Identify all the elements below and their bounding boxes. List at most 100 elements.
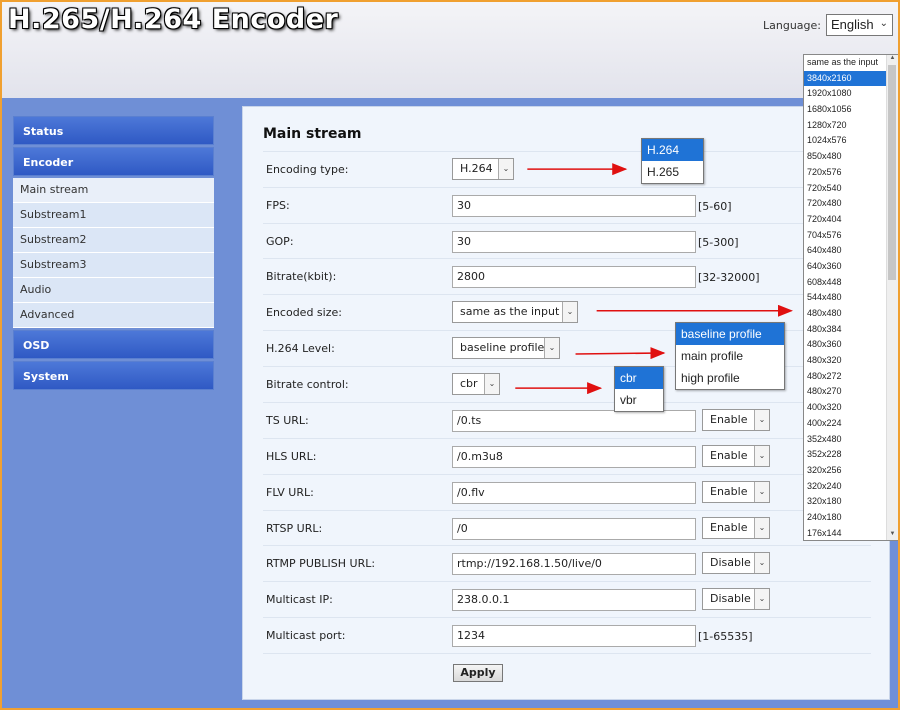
encoded-size-option[interactable]: 720x404 bbox=[804, 212, 898, 228]
encoded-size-option[interactable]: 480x384 bbox=[804, 322, 898, 338]
encoded-size-option[interactable]: 400x320 bbox=[804, 400, 898, 416]
dropdown-option[interactable]: baseline profile bbox=[676, 323, 784, 345]
sidebar-item-substream3[interactable]: Substream3 bbox=[13, 253, 214, 278]
rtsp-url-input[interactable]: /0 bbox=[452, 518, 696, 540]
encoded-size-select[interactable]: same as the input ⌄ bbox=[452, 301, 578, 323]
multicast-port-label: Multicast port: bbox=[266, 629, 346, 642]
app-window: H.265/H.264 Encoder Language: English ⌄ … bbox=[0, 0, 900, 710]
dropdown-option[interactable]: main profile bbox=[676, 345, 784, 367]
dropdown-option[interactable]: vbr bbox=[615, 389, 663, 411]
encoded-size-option[interactable]: 3840x2160 bbox=[804, 70, 898, 87]
multicast-port-hint: [1-65535] bbox=[698, 630, 753, 643]
scrollbar-thumb[interactable] bbox=[888, 65, 896, 280]
sidebar-item-encoder[interactable]: Encoder bbox=[13, 147, 214, 176]
bitrate-input[interactable]: 2800 bbox=[452, 266, 696, 288]
encoded-size-option[interactable]: 480x270 bbox=[804, 384, 898, 400]
encoded-size-option[interactable]: 1920x1080 bbox=[804, 86, 898, 102]
encoding-type-row: Encoding type: H.264 ⌄ bbox=[263, 151, 871, 187]
bitrate-control-label: Bitrate control: bbox=[266, 378, 349, 391]
encoded-size-option[interactable]: 352x480 bbox=[804, 432, 898, 448]
gop-row: GOP: 30 [5-300] bbox=[263, 223, 871, 259]
bitrate-control-select[interactable]: cbr ⌄ bbox=[452, 373, 500, 395]
encoded-size-option-list: same as the input 3840x2160 1920x1080 1680x… bbox=[804, 55, 898, 540]
dropdown-option[interactable]: cbr bbox=[615, 367, 663, 389]
encoded-size-option[interactable]: 720x576 bbox=[804, 165, 898, 181]
language-select[interactable]: English ⌄ bbox=[826, 14, 893, 36]
chevron-down-icon: ⌄ bbox=[484, 374, 499, 394]
sidebar-item-substream2[interactable]: Substream2 bbox=[13, 228, 214, 253]
encoded-size-option[interactable]: 640x480 bbox=[804, 243, 898, 259]
flv-url-label: FLV URL: bbox=[266, 486, 314, 499]
chevron-down-icon: ⌄ bbox=[754, 446, 769, 466]
encoded-size-option[interactable]: 400x224 bbox=[804, 416, 898, 432]
apply-button[interactable]: Apply bbox=[453, 664, 503, 682]
dropdown-option[interactable]: H.264 bbox=[642, 139, 703, 161]
fps-row: FPS: 30 [5-60] bbox=[263, 187, 871, 223]
ts-url-input[interactable]: /0.ts bbox=[452, 410, 696, 432]
encoded-size-option[interactable]: 608x448 bbox=[804, 275, 898, 291]
encoded-size-option[interactable]: 480x360 bbox=[804, 337, 898, 353]
multicast-ip-state-select[interactable]: Disable ⌄ bbox=[702, 588, 770, 610]
dropdown-option[interactable]: H.265 bbox=[642, 161, 703, 183]
encoded-size-option[interactable]: 320x180 bbox=[804, 494, 898, 510]
encoded-size-option[interactable]: 704x576 bbox=[804, 228, 898, 244]
level-select[interactable]: baseline profile ⌄ bbox=[452, 337, 560, 359]
hls-url-input[interactable]: /0.m3u8 bbox=[452, 446, 696, 468]
scrollbar[interactable]: ▲ ▼ bbox=[886, 55, 898, 540]
flv-url-input[interactable]: /0.flv bbox=[452, 482, 696, 504]
sidebar-item-audio[interactable]: Audio bbox=[13, 278, 214, 303]
language-label: Language: bbox=[763, 19, 821, 32]
chevron-down-icon: ⌄ bbox=[498, 159, 513, 179]
bitrate-hint: [32-32000] bbox=[698, 271, 760, 284]
encoded-size-option[interactable]: 1680x1056 bbox=[804, 102, 898, 118]
encoded-size-option[interactable]: 352x228 bbox=[804, 447, 898, 463]
encoded-size-option[interactable]: 480x480 bbox=[804, 306, 898, 322]
flv-url-state-select[interactable]: Enable ⌄ bbox=[702, 481, 770, 503]
encoded-size-option[interactable]: 480x320 bbox=[804, 353, 898, 369]
encoded-size-option[interactable]: 720x480 bbox=[804, 196, 898, 212]
encoded-size-option[interactable]: 720x540 bbox=[804, 181, 898, 197]
gop-input[interactable]: 30 bbox=[452, 231, 696, 253]
encoded-size-option[interactable]: 240x180 bbox=[804, 510, 898, 526]
multicast-ip-state: Disable bbox=[710, 592, 751, 605]
rtsp-url-state-select[interactable]: Enable ⌄ bbox=[702, 517, 770, 539]
bitrate-control-dropdown: cbr vbr bbox=[614, 366, 664, 412]
encoded-size-option[interactable]: 1024x576 bbox=[804, 133, 898, 149]
encoded-size-option[interactable]: 544x480 bbox=[804, 290, 898, 306]
multicast-port-input[interactable]: 1234 bbox=[452, 625, 696, 647]
encoded-size-option[interactable]: 480x272 bbox=[804, 369, 898, 385]
scroll-down-icon[interactable]: ▼ bbox=[888, 531, 897, 540]
multicast-ip-label: Multicast IP: bbox=[266, 593, 333, 606]
encoded-size-option[interactable]: 850x480 bbox=[804, 149, 898, 165]
encoded-size-option[interactable]: 1280x720 bbox=[804, 118, 898, 134]
hls-url-state-select[interactable]: Enable ⌄ bbox=[702, 445, 770, 467]
header: H.265/H.264 Encoder Language: English ⌄ bbox=[2, 2, 898, 98]
encoded-size-option[interactable]: same as the input bbox=[804, 55, 898, 71]
encoded-size-option[interactable]: 320x240 bbox=[804, 479, 898, 495]
rtmp-url-input[interactable]: rtmp://192.168.1.50/live/0 bbox=[452, 553, 696, 575]
rtsp-url-state: Enable bbox=[710, 521, 748, 534]
scroll-up-icon[interactable]: ▲ bbox=[888, 55, 897, 64]
sidebar-item-osd[interactable]: OSD bbox=[13, 330, 214, 359]
sidebar-item-advanced[interactable]: Advanced bbox=[13, 303, 214, 328]
encoded-size-label: Encoded size: bbox=[266, 306, 342, 319]
rtmp-url-state: Disable bbox=[710, 556, 751, 569]
rtmp-url-state-select[interactable]: Disable ⌄ bbox=[702, 552, 770, 574]
encoded-size-option[interactable]: 320x256 bbox=[804, 463, 898, 479]
chevron-down-icon: ⌄ bbox=[562, 302, 577, 322]
flv-url-state: Enable bbox=[710, 485, 748, 498]
multicast-ip-input[interactable]: 238.0.0.1 bbox=[452, 589, 696, 611]
sidebar-item-status[interactable]: Status bbox=[13, 116, 214, 145]
dropdown-option[interactable]: high profile bbox=[676, 367, 784, 389]
encoded-size-option[interactable]: 640x360 bbox=[804, 259, 898, 275]
encoded-size-option[interactable]: 176x144 bbox=[804, 526, 898, 540]
bitrate-label: Bitrate(kbit): bbox=[266, 270, 337, 283]
level-dropdown: baseline profile main profile high profi… bbox=[675, 322, 785, 390]
multicast-port-row: Multicast port: 1234 [1-65535] bbox=[263, 617, 871, 653]
fps-input[interactable]: 30 bbox=[452, 195, 696, 217]
ts-url-state-select[interactable]: Enable ⌄ bbox=[702, 409, 770, 431]
sidebar-item-system[interactable]: System bbox=[13, 361, 214, 390]
encoding-type-select[interactable]: H.264 ⌄ bbox=[452, 158, 514, 180]
sidebar-item-main-stream[interactable]: Main stream bbox=[13, 178, 214, 203]
sidebar-item-substream1[interactable]: Substream1 bbox=[13, 203, 214, 228]
